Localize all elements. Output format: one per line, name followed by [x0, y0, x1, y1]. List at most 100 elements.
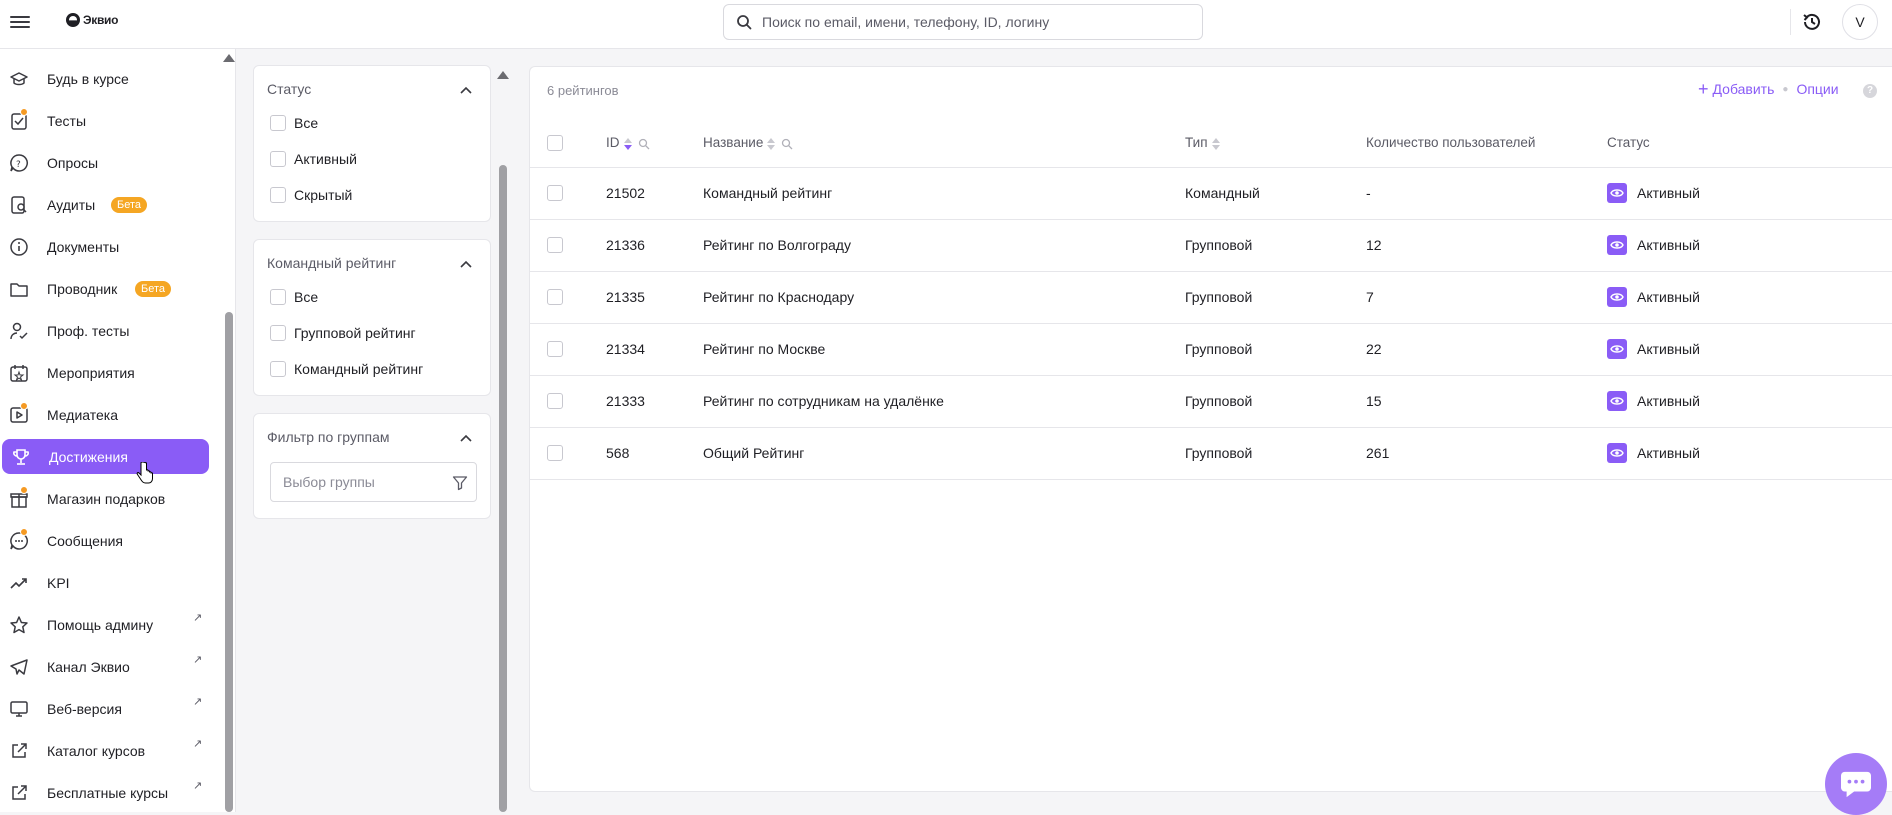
team-rating-filter-title: Командный рейтинг	[267, 255, 397, 271]
sidebar-item[interactable]: Достижения	[2, 439, 209, 474]
status-option-active[interactable]: Активный	[270, 149, 357, 169]
support-chat-button[interactable]	[1825, 753, 1887, 815]
add-button[interactable]: + Добавить	[1698, 80, 1774, 98]
sort-icon[interactable]	[767, 137, 776, 150]
sidebar-item[interactable]: Проводник Бета	[0, 271, 207, 306]
row-select[interactable]	[530, 375, 606, 428]
sort-desc-icon[interactable]	[623, 137, 632, 150]
help-icon[interactable]: ?	[1863, 84, 1877, 98]
team-option-all[interactable]: Все	[270, 287, 318, 307]
table-row[interactable]: 21502 Командный рейтинг Командный - Активный	[530, 167, 1892, 220]
checkbox[interactable]	[270, 325, 286, 341]
sidebar-item[interactable]: Каталог курсов ↗	[0, 733, 207, 768]
eye-icon[interactable]	[1607, 443, 1627, 463]
sidebar-item[interactable]: Помощь админу ↗	[0, 607, 207, 642]
sidebar-item[interactable]: Проф. тесты	[0, 313, 207, 348]
checkbox[interactable]	[270, 289, 286, 305]
sidebar-item[interactable]: ? Опросы	[0, 145, 207, 180]
cell-status: Активный	[1607, 219, 1892, 272]
checkbox[interactable]	[270, 151, 286, 167]
sidebar-item[interactable]: Бесплатные курсы ↗	[0, 775, 207, 810]
sidebar-item[interactable]: Документы	[0, 229, 207, 264]
global-search[interactable]	[723, 4, 1203, 40]
monitor-icon	[10, 701, 28, 717]
sidebar-item[interactable]: KPI	[0, 565, 207, 600]
graduation-cap-icon	[10, 72, 28, 86]
checkbox[interactable]	[270, 115, 286, 131]
sidebar-item[interactable]: Будь в курсе	[0, 61, 207, 96]
external-arrow-icon: ↗	[193, 654, 203, 666]
logo[interactable]: Эквио	[66, 13, 118, 27]
audit-search-icon	[11, 196, 27, 214]
ratings-count: 6 рейтингов	[547, 83, 619, 98]
menu-hamburger-icon[interactable]	[10, 13, 30, 31]
row-select[interactable]	[530, 219, 606, 272]
search-icon	[737, 15, 752, 30]
row-select[interactable]	[530, 167, 606, 220]
sidebar-item[interactable]: Тесты	[0, 103, 207, 138]
checkbox[interactable]	[547, 393, 563, 409]
sidebar-item[interactable]: Мероприятия	[0, 355, 207, 390]
history-clock-icon[interactable]	[1796, 6, 1828, 38]
cell-status: Активный	[1607, 167, 1892, 220]
table-row[interactable]: 21333 Рейтинг по сотрудникам на удалёнке Г…	[530, 375, 1892, 428]
scroll-up-arrow-icon[interactable]	[223, 54, 235, 62]
header-select-all[interactable]	[530, 119, 606, 168]
team-option-group[interactable]: Групповой рейтинг	[270, 323, 416, 343]
team-option-team[interactable]: Командный рейтинг	[270, 359, 423, 379]
table-row[interactable]: 21336 Рейтинг по Волгограду Групповой 12 Акт…	[530, 219, 1892, 272]
column-search-icon[interactable]	[638, 138, 650, 150]
eye-icon[interactable]	[1607, 287, 1627, 307]
group-select[interactable]: Выбор группы	[270, 462, 477, 502]
cell-name[interactable]: Рейтинг по сотрудникам на удалёнке	[703, 375, 1185, 428]
sidebar-item[interactable]: Веб-версия ↗	[0, 691, 207, 726]
checkbox[interactable]	[547, 341, 563, 357]
scrollbar-thumb[interactable]	[225, 312, 233, 812]
scrollbar-thumb[interactable]	[499, 165, 507, 812]
chevron-up-icon[interactable]	[460, 260, 472, 268]
column-name[interactable]: Название	[703, 119, 1185, 168]
checkbox[interactable]	[547, 134, 563, 151]
checkbox[interactable]	[270, 361, 286, 377]
column-id[interactable]: ID	[606, 119, 703, 168]
status-option-all[interactable]: Все	[270, 113, 318, 133]
cell-name[interactable]: Общий Рейтинг	[703, 427, 1185, 480]
status-option-hidden[interactable]: Скрытый	[270, 185, 352, 205]
sidebar-scrollbar[interactable]	[223, 54, 235, 812]
cell-name[interactable]: Рейтинг по Краснодару	[703, 271, 1185, 324]
cell-users: 12	[1366, 219, 1607, 272]
table-row[interactable]: 21335 Рейтинг по Краснодару Групповой 7 Акти…	[530, 271, 1892, 324]
sidebar-item[interactable]: Магазин подарков	[0, 481, 207, 516]
checkbox[interactable]	[547, 445, 563, 461]
sidebar-item[interactable]: Сообщения	[0, 523, 207, 558]
row-select[interactable]	[530, 323, 606, 376]
trend-up-icon	[10, 578, 27, 589]
cell-name[interactable]: Рейтинг по Москве	[703, 323, 1185, 376]
sidebar-item[interactable]: Медиатека	[0, 397, 207, 432]
eye-icon[interactable]	[1607, 183, 1627, 203]
checkbox[interactable]	[547, 289, 563, 305]
column-search-icon[interactable]	[781, 138, 793, 150]
options-button[interactable]: Опции	[1796, 81, 1838, 97]
sort-icon[interactable]	[1211, 137, 1220, 150]
eye-icon[interactable]	[1607, 339, 1627, 359]
eye-icon[interactable]	[1607, 235, 1627, 255]
checkbox[interactable]	[547, 185, 563, 201]
cell-name[interactable]: Рейтинг по Волгограду	[703, 219, 1185, 272]
sidebar-item[interactable]: Канал Эквио ↗	[0, 649, 207, 684]
chevron-up-icon[interactable]	[460, 86, 472, 94]
eye-icon[interactable]	[1607, 391, 1627, 411]
scroll-up-arrow-icon[interactable]	[497, 71, 509, 79]
row-select[interactable]	[530, 427, 606, 480]
column-type[interactable]: Тип	[1185, 119, 1366, 168]
sidebar-item[interactable]: Аудиты Бета	[0, 187, 207, 222]
checkbox[interactable]	[270, 187, 286, 203]
table-row[interactable]: 568 Общий Рейтинг Групповой 261 Активный	[530, 427, 1892, 480]
table-row[interactable]: 21334 Рейтинг по Москве Групповой 22 Активны…	[530, 323, 1892, 376]
row-select[interactable]	[530, 271, 606, 324]
chevron-up-icon[interactable]	[460, 434, 472, 442]
search-input[interactable]	[762, 14, 1182, 30]
avatar[interactable]: V	[1842, 4, 1878, 40]
cell-name[interactable]: Командный рейтинг	[703, 167, 1185, 220]
checkbox[interactable]	[547, 237, 563, 253]
